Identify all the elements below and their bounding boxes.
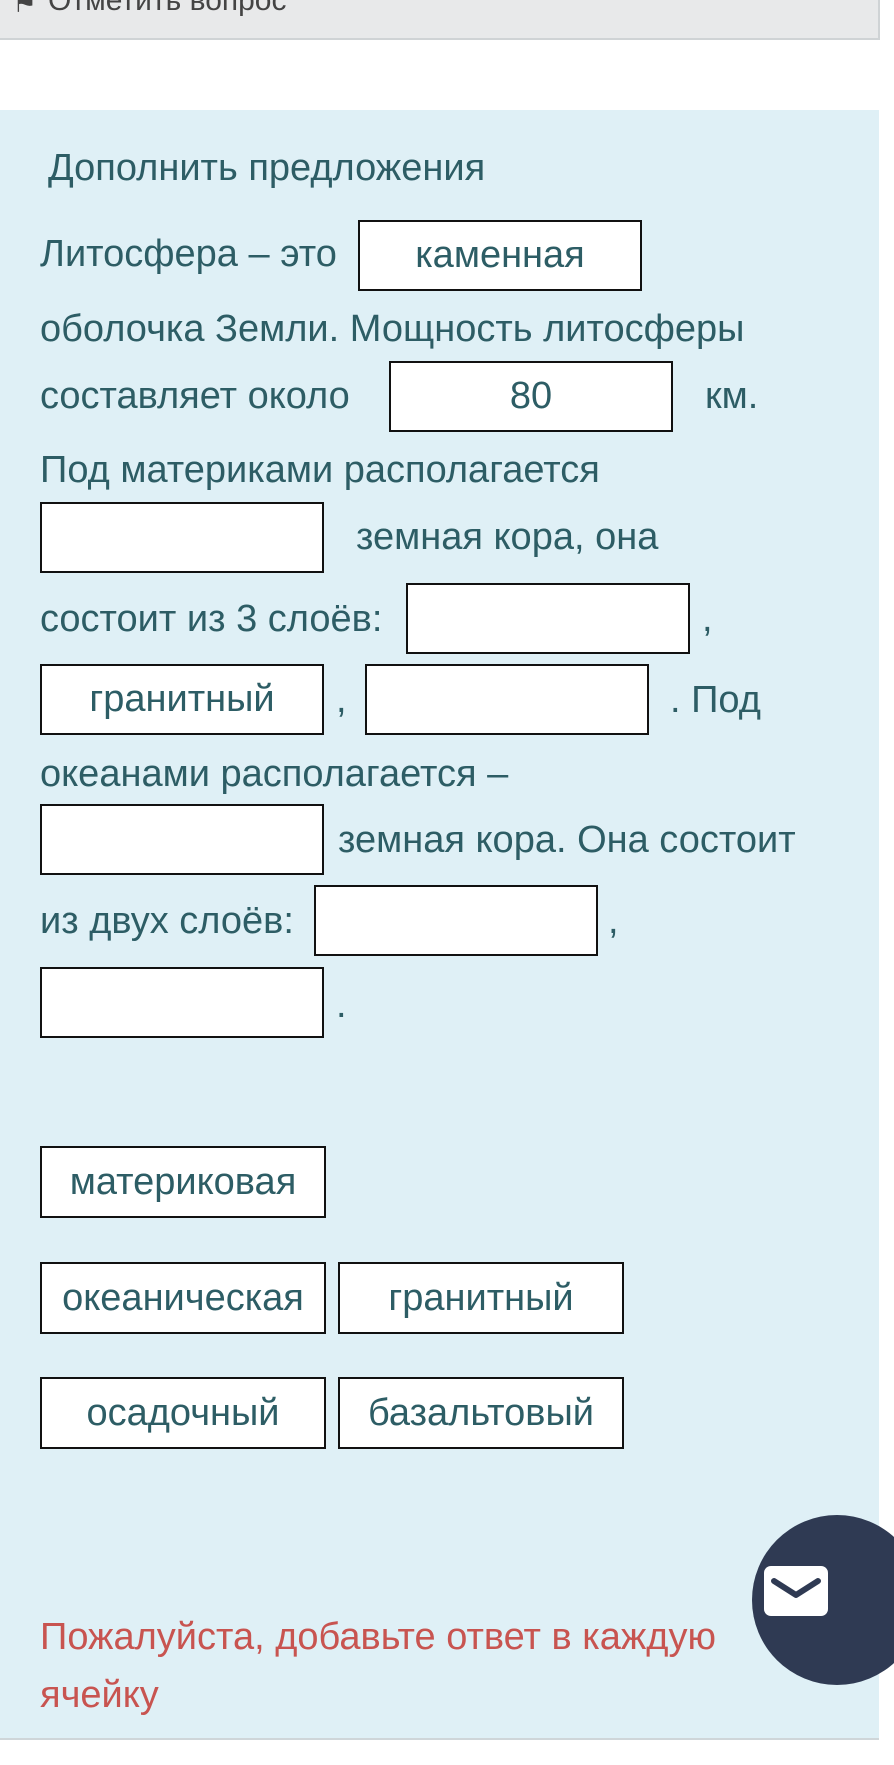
comma: , [608, 900, 619, 942]
envelope-icon [763, 1565, 829, 1622]
text-line: . Под [670, 679, 761, 721]
question-title: Дополнить предложения [48, 147, 486, 189]
text-line: составляет около [40, 375, 350, 417]
drop-slot-2[interactable]: 80 [389, 361, 673, 432]
drop-slot-5[interactable]: гранитный [40, 664, 324, 735]
option-chip[interactable]: осадочный [40, 1377, 326, 1449]
period: . [336, 984, 347, 1026]
drop-slot-4[interactable] [406, 583, 690, 654]
drop-slot-1[interactable]: каменная [358, 220, 642, 291]
drop-slot-9[interactable] [40, 967, 324, 1038]
drop-slot-6[interactable] [365, 664, 649, 735]
option-chip[interactable]: гранитный [338, 1262, 624, 1334]
text-line: состоит из 3 слоёв: [40, 598, 383, 640]
comma: , [702, 598, 713, 640]
top-bar: ⚑ Отметить вопрос [0, 0, 880, 40]
text-line: из двух слоёв: [40, 900, 294, 942]
flag-question-link[interactable]: Отметить вопрос [48, 0, 287, 18]
option-chip[interactable]: океаническая [40, 1262, 326, 1334]
option-chip[interactable]: базальтовый [338, 1377, 624, 1449]
text-line: Под материками располагается [40, 449, 600, 491]
text-line: океанами располагается – [40, 753, 509, 795]
drop-slot-8[interactable] [314, 885, 598, 956]
drop-slot-3[interactable] [40, 502, 324, 573]
comma: , [336, 679, 347, 721]
text-line: км. [705, 375, 759, 417]
text-line: земная кора. Она состоит [338, 819, 796, 861]
flag-icon[interactable]: ⚑ [12, 0, 37, 19]
text-line: земная кора, она [356, 516, 659, 558]
validation-message: Пожалуйста, добавьте ответ в каждую ячей… [40, 1616, 716, 1716]
text-line: оболочка Земли. Мощность литосферы [40, 308, 745, 350]
drop-slot-7[interactable] [40, 804, 324, 875]
divider [0, 1738, 879, 1740]
text-line: Литосфера – это [40, 233, 337, 275]
option-chip[interactable]: материковая [40, 1146, 326, 1218]
